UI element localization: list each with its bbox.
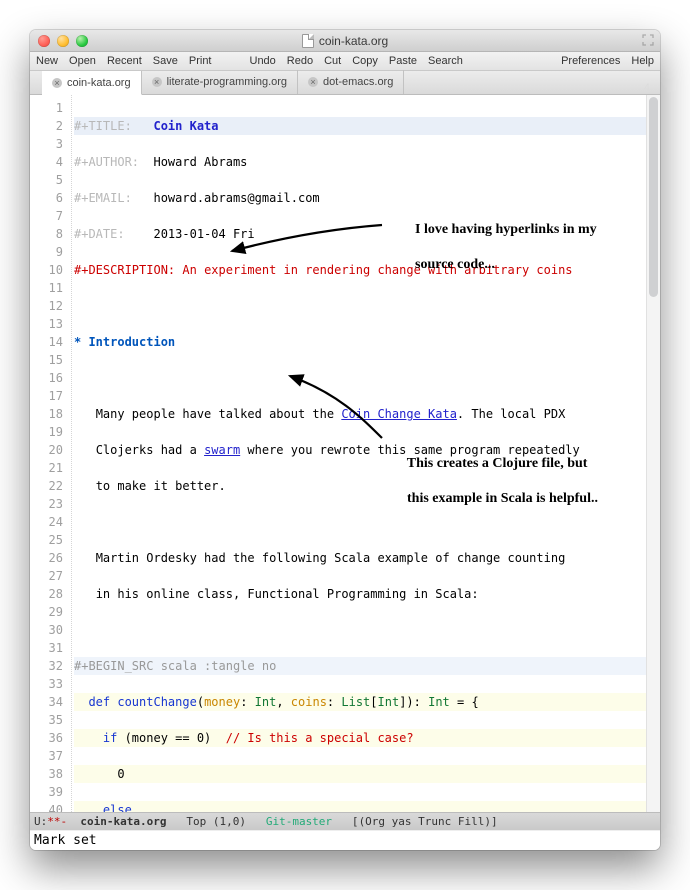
meta-date-key: #+DATE:: [74, 227, 125, 241]
scrollbar[interactable]: [646, 95, 660, 812]
close-tab-icon[interactable]: ×: [308, 77, 318, 87]
menu-undo[interactable]: Undo: [250, 55, 276, 67]
tab-dot-emacs[interactable]: × dot-emacs.org: [298, 70, 404, 94]
heading-introduction: * Introduction: [74, 335, 175, 349]
punct: :: [240, 695, 254, 709]
menu-bar: New Open Recent Save Print Undo Redo Cut…: [30, 52, 660, 71]
type: List: [341, 695, 370, 709]
param: money: [204, 695, 240, 709]
para-text: where you rewrote this same program repe…: [240, 443, 580, 457]
menu-cut[interactable]: Cut: [324, 55, 341, 67]
modeline-modified: **-: [47, 815, 67, 828]
menu-print[interactable]: Print: [189, 55, 212, 67]
type: Int: [255, 695, 277, 709]
editor-window: coin-kata.org New Open Recent Save Print…: [30, 30, 660, 850]
menu-save[interactable]: Save: [153, 55, 178, 67]
scrollbar-thumb[interactable]: [649, 97, 658, 297]
menu-open[interactable]: Open: [69, 55, 96, 67]
tab-bar: × coin-kata.org × literate-programming.o…: [30, 71, 660, 95]
para-text: . The local PDX: [457, 407, 565, 421]
tab-coin-kata[interactable]: × coin-kata.org: [42, 71, 142, 95]
document-icon: [302, 34, 314, 48]
tab-label: literate-programming.org: [167, 76, 287, 88]
modeline-modes: (Org yas Trunc Fill): [359, 815, 491, 828]
type: Int: [378, 695, 400, 709]
src-block-begin: #+BEGIN_SRC scala :tangle no: [74, 657, 658, 675]
kw-else: else: [103, 803, 132, 812]
meta-desc-value: An experiment in rendering change with a…: [182, 263, 572, 277]
punct: :: [327, 695, 341, 709]
modeline-git: Git-master: [266, 815, 332, 828]
echo-area: Mark set: [30, 830, 660, 850]
para-text: Many people have talked about the: [96, 407, 342, 421]
tab-overflow-count[interactable]: 4: [634, 82, 660, 94]
punct: ]):: [399, 695, 428, 709]
type: Int: [428, 695, 450, 709]
literal: 0: [117, 767, 124, 781]
meta-desc-key: #+DESCRIPTION:: [74, 263, 175, 277]
tab-label: dot-emacs.org: [323, 76, 393, 88]
expr: (money == 0): [117, 731, 225, 745]
menu-paste[interactable]: Paste: [389, 55, 417, 67]
line-number-gutter: 1234567891011121314151617181920212223242…: [30, 95, 72, 812]
menu-recent[interactable]: Recent: [107, 55, 142, 67]
para-text: to make it better.: [96, 479, 226, 493]
titlebar[interactable]: coin-kata.org: [30, 30, 660, 52]
minimize-window-button[interactable]: [57, 35, 69, 47]
link-swarm[interactable]: swarm: [204, 443, 240, 457]
menu-new[interactable]: New: [36, 55, 58, 67]
fn-countChange: countChange: [117, 695, 196, 709]
tab-literate-programming[interactable]: × literate-programming.org: [142, 70, 298, 94]
zoom-window-button[interactable]: [76, 35, 88, 47]
meta-author-value: Howard Abrams: [153, 155, 247, 169]
meta-title-key: #+TITLE:: [74, 119, 132, 133]
punct: = {: [450, 695, 479, 709]
menu-copy[interactable]: Copy: [352, 55, 378, 67]
editor-area[interactable]: 1234567891011121314151617181920212223242…: [30, 95, 660, 812]
menu-preferences[interactable]: Preferences: [561, 55, 620, 67]
meta-email-value: howard.abrams@gmail.com: [153, 191, 319, 205]
menu-help[interactable]: Help: [631, 55, 654, 67]
comment: // Is this a special case?: [226, 731, 414, 745]
meta-date-value: 2013-01-04 Fri: [153, 227, 254, 241]
close-window-button[interactable]: [38, 35, 50, 47]
menu-search[interactable]: Search: [428, 55, 463, 67]
kw-def: def: [88, 695, 117, 709]
punct: (: [197, 695, 204, 709]
modeline-prefix: U:: [34, 815, 47, 828]
param: coins: [291, 695, 327, 709]
para-text: Martin Ordesky had the following Scala e…: [96, 551, 566, 565]
kw-if: if: [103, 731, 117, 745]
meta-email-key: #+EMAIL:: [74, 191, 132, 205]
tab-label: coin-kata.org: [67, 77, 131, 89]
punct: ,: [276, 695, 290, 709]
modeline-position: Top (1,0): [186, 815, 246, 828]
echo-message: Mark set: [34, 833, 97, 848]
modeline-buffer: coin-kata.org: [80, 815, 166, 828]
mode-line[interactable]: U:**- coin-kata.org Top (1,0) Git-master…: [30, 812, 660, 830]
punct: [: [370, 695, 377, 709]
para-text: in his online class, Functional Programm…: [96, 587, 479, 601]
link-coin-change-kata[interactable]: Coin Change Kata: [341, 407, 457, 421]
meta-title-value: Coin Kata: [153, 119, 218, 133]
close-tab-icon[interactable]: ×: [52, 78, 62, 88]
menu-redo[interactable]: Redo: [287, 55, 313, 67]
para-text: Clojerks had a: [96, 443, 204, 457]
fullscreen-icon[interactable]: [642, 34, 654, 46]
window-title: coin-kata.org: [319, 34, 388, 48]
meta-author-key: #+AUTHOR:: [74, 155, 139, 169]
code-content[interactable]: #+TITLE: Coin Kata #+AUTHOR: Howard Abra…: [72, 95, 660, 812]
close-tab-icon[interactable]: ×: [152, 77, 162, 87]
